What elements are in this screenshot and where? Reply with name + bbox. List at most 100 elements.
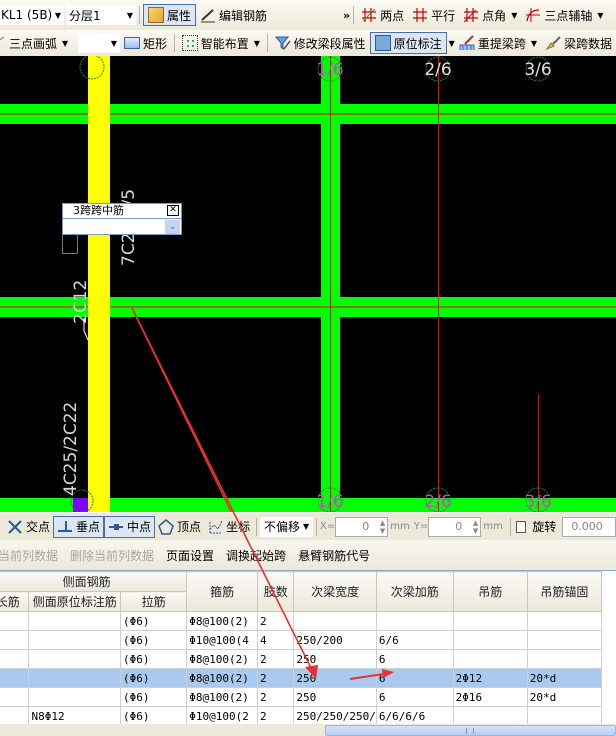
column-header-side-annotation[interactable]: 侧面原位标注筋 (28, 591, 121, 612)
cell-stirrup[interactable]: Φ8@100(2) (186, 649, 259, 669)
point-angle-axis-button[interactable]: 点角 ▼ (459, 4, 521, 26)
drawing-canvas[interactable]: 1/6 2/6 3/6 1/6 2/6 3/6 7C25 4/5 2C12 4C… (0, 56, 616, 512)
column-header-stirrup[interactable]: 箍筋 (186, 571, 259, 612)
table-row[interactable]: (Φ6) Φ8@100(2) 2 (0, 611, 603, 631)
cell-legs[interactable]: 4 (257, 630, 295, 650)
three-point-axis-button[interactable]: 三点辅轴 ▼ (521, 4, 607, 26)
cell-long-rebar[interactable] (0, 687, 30, 707)
modify-segment-button[interactable]: 修改梁段属性 (271, 32, 370, 54)
offset-combo[interactable]: 不偏移 ▼ (259, 516, 314, 537)
re-extract-span-button[interactable]: 重提梁跨 ▼ (455, 32, 541, 54)
menu-item-delete-column-data[interactable]: 删除当前列数据 (70, 547, 154, 564)
cell-stirrup[interactable]: Φ8@100(2) (186, 687, 259, 707)
cell-legs[interactable]: 2 (257, 668, 295, 688)
cell-tie[interactable]: (Φ6) (119, 668, 188, 688)
x-input[interactable]: 0 ▲ ▼ (335, 516, 389, 537)
cell-side-annotation[interactable]: N8Φ12 (28, 706, 121, 724)
snap-perpendicular-button[interactable]: 垂点 (53, 515, 105, 538)
cell-long-rebar[interactable] (0, 668, 30, 688)
snap-intersection-button[interactable]: 交点 (4, 516, 53, 538)
menu-item-current-column-data[interactable]: 当前列数据 (0, 547, 58, 564)
popup-select[interactable]: ⌄ (63, 218, 181, 235)
snap-coordinate-button[interactable]: 坐标 (204, 516, 253, 538)
cell-secondary-beam-rebar[interactable]: 6 (375, 668, 454, 688)
chevron-down-icon[interactable]: ▼ (531, 39, 537, 48)
cad-drawing[interactable]: 1/6 2/6 3/6 1/6 2/6 3/6 7C25 4/5 2C12 4C… (0, 56, 616, 512)
y-input[interactable]: 0 ▲ ▼ (428, 516, 482, 537)
toolbar-overflow-button[interactable]: » (343, 9, 350, 22)
cell-secondary-beam-width[interactable]: 250 (293, 649, 377, 669)
cell-stirrup[interactable]: Φ8@100(2) (186, 668, 259, 688)
smart-layout-button[interactable]: 智能布置 ▼ (178, 32, 264, 54)
menu-item-cantilever-code[interactable]: 悬臂钢筋代号 (298, 547, 370, 564)
cell-side-annotation[interactable] (28, 649, 121, 669)
column-header-secondary-beam-rebar[interactable]: 次梁加筋 (375, 571, 454, 612)
cell-hanger-anchor[interactable] (526, 611, 603, 631)
cell-hanger[interactable] (452, 706, 528, 724)
cell-long-rebar[interactable] (0, 630, 30, 650)
column-header-legs[interactable]: 肢数 (257, 571, 295, 612)
rebar-label-2[interactable]: 2C12 (71, 280, 91, 324)
snap-midpoint-button[interactable]: 中点 (104, 515, 156, 538)
table-row[interactable]: N8Φ12 (Φ6) Φ10@100(2 2 250/250/250/6/6/6/6 (0, 706, 603, 724)
spinner-icon[interactable]: ▲ ▼ (380, 519, 385, 535)
menu-item-swap-start-span[interactable]: 调换起始跨 (226, 547, 286, 564)
cell-secondary-beam-width[interactable] (293, 611, 377, 631)
cell-side-annotation[interactable] (28, 630, 121, 650)
snap-vertex-button[interactable]: 顶点 (155, 516, 204, 538)
horizontal-scrollbar[interactable] (325, 725, 616, 736)
table-row[interactable]: (Φ6) Φ8@100(2) 2 250 6 (0, 649, 603, 669)
cell-hanger-anchor[interactable]: 20*d (526, 668, 603, 688)
cell-hanger-anchor[interactable]: 20*d (526, 687, 603, 707)
parallel-axis-button[interactable]: 平行 (408, 4, 459, 26)
cell-hanger[interactable]: 2Φ12 (452, 668, 528, 688)
cell-hanger[interactable] (452, 649, 528, 669)
cell-long-rebar[interactable] (0, 649, 30, 669)
cell-hanger[interactable] (452, 611, 528, 631)
element-combo[interactable]: KL1 (5B) ▼ (0, 5, 64, 25)
cell-long-rebar[interactable] (0, 611, 30, 631)
three-point-arc-button[interactable]: 三点画弧 ▼ (0, 32, 72, 54)
cell-tie[interactable]: (Φ6) (119, 630, 188, 650)
cell-legs[interactable]: 2 (257, 687, 295, 707)
cell-hanger-anchor[interactable] (526, 706, 603, 724)
cell-tie[interactable]: (Φ6) (119, 706, 188, 724)
span-data-button[interactable]: 梁跨数据 (541, 32, 616, 54)
cell-hanger-anchor[interactable] (526, 649, 603, 669)
rectangle-button[interactable]: 矩形 (120, 32, 171, 54)
table-row[interactable]: (Φ6) Φ8@100(2) 2 250 6 2Φ12 20*d (0, 668, 603, 688)
menu-item-page-setup[interactable]: 页面设置 (166, 547, 214, 564)
cell-secondary-beam-width[interactable]: 250/200 (293, 630, 377, 650)
properties-button[interactable]: 属性 (143, 4, 197, 26)
cell-hanger[interactable]: 2Φ16 (452, 687, 528, 707)
cell-hanger-anchor[interactable] (526, 630, 603, 650)
cell-legs[interactable]: 2 (257, 706, 295, 724)
cell-secondary-beam-rebar[interactable]: 6 (375, 687, 454, 707)
cell-side-annotation[interactable] (28, 687, 121, 707)
cell-legs[interactable]: 2 (257, 649, 295, 669)
table-row[interactable]: (Φ6) Φ8@100(2) 2 250 6 2Φ16 20*d (0, 687, 603, 707)
cell-secondary-beam-rebar[interactable]: 6/6/6/6 (375, 706, 454, 724)
layer-combo[interactable]: 分层1 ▼ (66, 5, 136, 25)
column-yellow[interactable] (88, 56, 110, 512)
chevron-down-icon[interactable]: ▼ (511, 11, 517, 20)
cell-stirrup[interactable]: Φ10@100(4 (186, 630, 259, 650)
rebar-label-3[interactable]: 4C25/2C22 (61, 402, 81, 496)
column-header-secondary-beam-width[interactable]: 次梁宽度 (293, 571, 377, 612)
cell-secondary-beam-rebar[interactable] (375, 611, 454, 631)
column-header-long-rebar[interactable]: 长筋 (0, 591, 30, 612)
cell-stirrup[interactable]: Φ8@100(2) (186, 611, 259, 631)
in-situ-annotation-button[interactable]: 原位标注 (369, 32, 447, 54)
column-header-tie[interactable]: 拉筋 (119, 591, 188, 612)
cell-side-annotation[interactable] (28, 668, 121, 688)
cell-secondary-beam-width[interactable]: 250/250/250/ (293, 706, 377, 724)
cell-side-annotation[interactable] (28, 611, 121, 631)
draw-mode-combo[interactable]: ▼ (78, 33, 120, 53)
close-icon[interactable]: ✕ (167, 205, 179, 216)
scrollbar-grip-icon[interactable] (466, 728, 474, 734)
cell-secondary-beam-width[interactable]: 250 (293, 668, 377, 688)
chevron-down-icon[interactable]: ▼ (254, 39, 260, 48)
cell-secondary-beam-rebar[interactable]: 6 (375, 649, 454, 669)
spinner-icon[interactable]: ▲ ▼ (473, 519, 478, 535)
cell-secondary-beam-rebar[interactable]: 6/6 (375, 630, 454, 650)
